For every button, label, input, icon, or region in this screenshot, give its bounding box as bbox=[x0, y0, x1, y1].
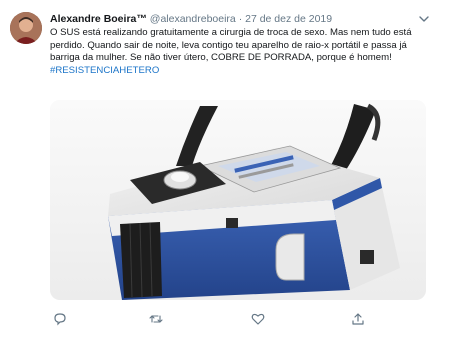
like-icon[interactable] bbox=[248, 309, 268, 329]
reply-icon[interactable] bbox=[50, 309, 70, 329]
hashtag-link[interactable]: #RESISTENCIAHETERO bbox=[50, 65, 432, 78]
tweet-date[interactable]: 27 de dez de 2019 bbox=[245, 13, 332, 25]
author-name[interactable]: Alexandre Boeira™ bbox=[50, 13, 147, 25]
tweet-text: O SUS está realizando gratuitamente a ci… bbox=[50, 27, 432, 77]
header-separator: · bbox=[238, 13, 243, 25]
tweet-header: Alexandre Boeira™ @alexandreboeira · 27 … bbox=[50, 12, 410, 26]
avatar-image bbox=[10, 12, 42, 44]
chevron-down-icon[interactable] bbox=[417, 12, 431, 24]
avatar[interactable] bbox=[10, 12, 42, 44]
retweet-icon[interactable] bbox=[146, 309, 166, 329]
tweet-card[interactable]: Alexandre Boeira™ @alexandreboeira · 27 … bbox=[0, 0, 450, 339]
tweet-body: O SUS está realizando gratuitamente a ci… bbox=[50, 27, 412, 63]
tweet-media[interactable] bbox=[50, 100, 426, 300]
author-handle[interactable]: @alexandreboeira bbox=[150, 13, 236, 25]
tweet-actions bbox=[50, 309, 430, 329]
portable-x-ray-device-photo bbox=[50, 100, 426, 300]
share-icon[interactable] bbox=[348, 309, 368, 329]
